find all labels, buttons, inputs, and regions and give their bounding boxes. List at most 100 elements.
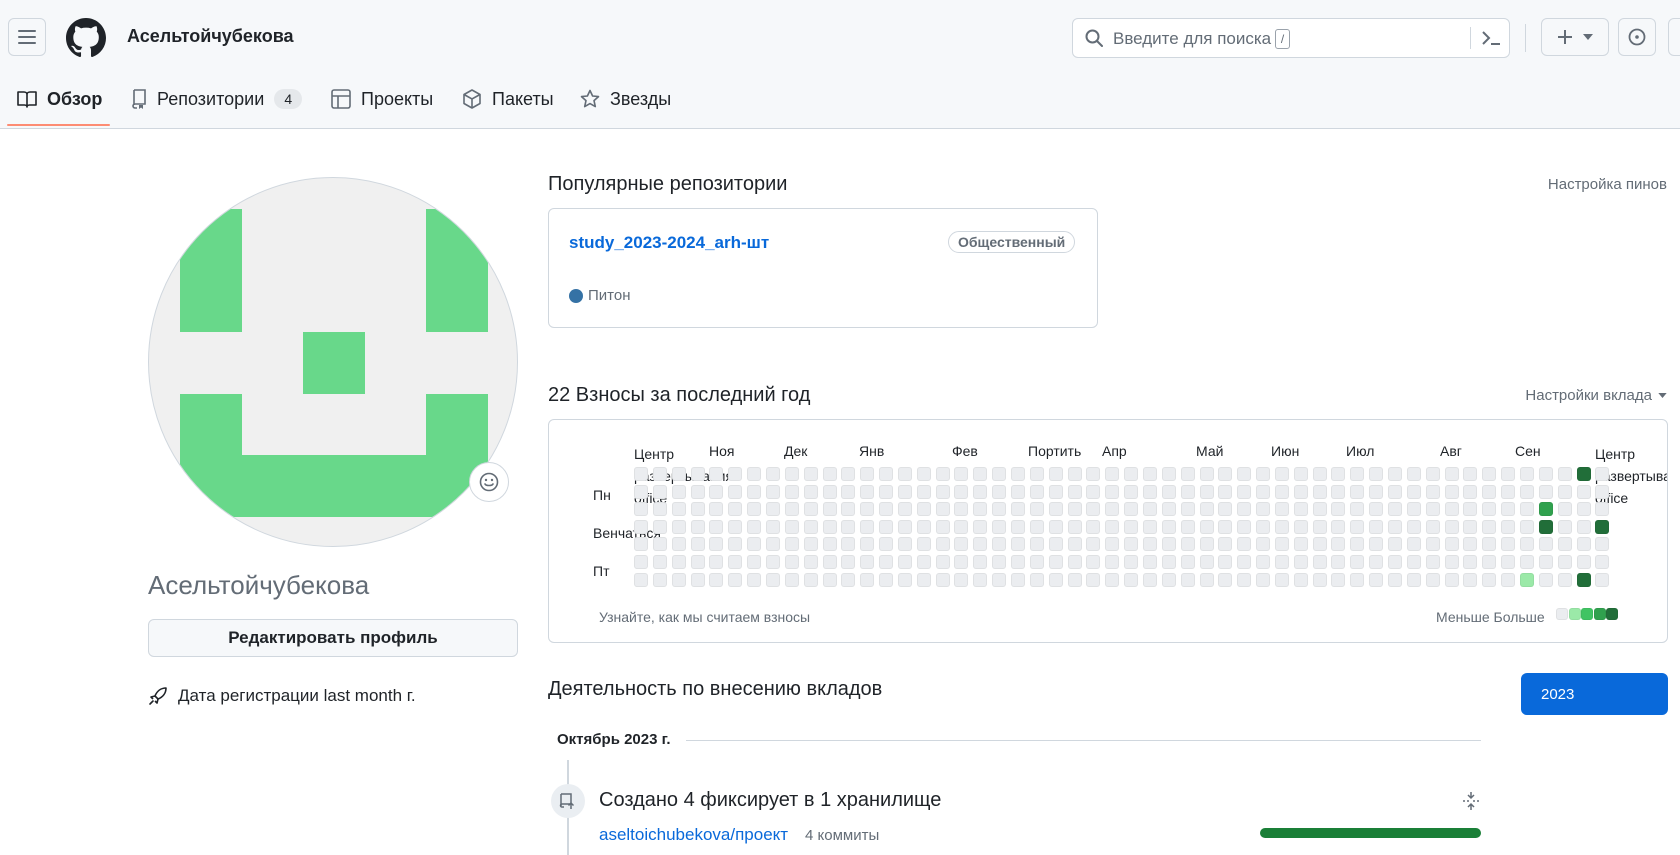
contribution-day-cell[interactable] [709,555,724,569]
contribution-day-cell[interactable] [747,484,762,499]
contribution-day-cell[interactable] [1048,502,1063,517]
contribution-day-cell[interactable] [1293,467,1308,481]
contribution-day-cell[interactable] [1425,502,1440,517]
contribution-day-cell[interactable] [671,537,686,552]
fold-icon[interactable] [1462,791,1480,811]
contribution-day-cell[interactable] [1595,537,1610,552]
contribution-day-cell[interactable] [709,572,724,587]
contribution-day-cell[interactable] [841,467,856,481]
contribution-day-cell[interactable] [973,537,988,552]
contribution-day-cell[interactable] [1105,537,1120,552]
contribution-day-cell[interactable] [1538,537,1553,552]
contribution-day-cell[interactable] [1501,555,1516,569]
contribution-day-cell[interactable] [1406,537,1421,552]
contribution-day-cell[interactable] [1538,572,1553,587]
contribution-day-cell[interactable] [803,572,818,587]
contribution-day-cell[interactable] [1388,484,1402,499]
contribution-day-cell[interactable] [1519,484,1534,499]
contribution-day-cell[interactable] [954,572,969,587]
contribution-day-cell[interactable] [1406,519,1421,534]
contribution-day-cell[interactable] [690,555,705,569]
contribution-day-cell[interactable] [1048,484,1063,499]
contribution-day-cell[interactable] [935,519,950,534]
contribution-day-cell[interactable] [1595,555,1610,569]
contribution-day-cell[interactable] [1048,519,1063,534]
contribution-day-cell[interactable] [860,537,875,552]
contribution-day-cell[interactable] [1557,484,1572,499]
contribution-day-cell[interactable] [1124,572,1139,587]
activity-commit-count[interactable]: 4 коммиты [805,827,879,844]
create-new-button[interactable] [1541,18,1609,56]
contribution-day-cell[interactable] [1576,467,1591,481]
contribution-day-cell[interactable] [634,484,648,499]
contribution-day-cell[interactable] [1576,537,1591,552]
contribution-day-cell[interactable] [803,537,818,552]
contribution-day-cell[interactable] [1011,537,1025,552]
command-palette-icon[interactable] [1481,29,1501,47]
contribution-day-cell[interactable] [973,502,988,517]
contribution-day-cell[interactable] [860,484,875,499]
contribution-day-cell[interactable] [1444,484,1459,499]
contribution-day-cell[interactable] [1142,572,1157,587]
contribution-day-cell[interactable] [1086,572,1101,587]
contribution-day-cell[interactable] [1482,572,1497,587]
contribution-day-cell[interactable] [1256,555,1271,569]
contribution-day-cell[interactable] [1274,467,1289,481]
contribution-day-cell[interactable] [1388,467,1402,481]
contribution-day-cell[interactable] [1482,502,1497,517]
contribution-day-cell[interactable] [860,572,875,587]
contribution-day-cell[interactable] [1557,467,1572,481]
contribution-day-cell[interactable] [1444,519,1459,534]
contribution-day-cell[interactable] [1029,519,1044,534]
contribution-day-cell[interactable] [671,572,686,587]
contribution-day-cell[interactable] [634,572,648,587]
contribution-day-cell[interactable] [1180,572,1195,587]
contribution-day-cell[interactable] [1444,467,1459,481]
contribution-day-cell[interactable] [1331,537,1346,552]
contribution-day-cell[interactable] [1237,572,1252,587]
contribution-day-cell[interactable] [935,467,950,481]
contribution-day-cell[interactable] [1011,555,1025,569]
contribution-day-cell[interactable] [1595,502,1610,517]
contribution-day-cell[interactable] [1218,467,1233,481]
year-2023-button[interactable]: 2023 [1521,673,1668,715]
contribution-day-cell[interactable] [954,484,969,499]
contribution-day-cell[interactable] [728,572,743,587]
set-status-button[interactable] [469,462,509,502]
contribution-day-cell[interactable] [1501,537,1516,552]
contribution-day-cell[interactable] [1161,537,1176,552]
contribution-day-cell[interactable] [1105,555,1120,569]
contribution-day-cell[interactable] [1425,484,1440,499]
contribution-day-cell[interactable] [897,519,912,534]
contribution-day-cell[interactable] [1482,484,1497,499]
contribution-day-cell[interactable] [954,467,969,481]
contribution-day-cell[interactable] [1256,502,1271,517]
contribution-day-cell[interactable] [1369,555,1384,569]
contribution-day-cell[interactable] [841,572,856,587]
contribution-day-cell[interactable] [1218,572,1233,587]
contribution-day-cell[interactable] [728,467,743,481]
contribution-day-cell[interactable] [690,502,705,517]
contribution-day-cell[interactable] [1482,519,1497,534]
contribution-day-cell[interactable] [992,555,1007,569]
contribution-day-cell[interactable] [784,484,799,499]
contribution-day-cell[interactable] [1274,537,1289,552]
contribution-day-cell[interactable] [652,484,667,499]
contribution-day-cell[interactable] [634,537,648,552]
contribution-day-cell[interactable] [1312,555,1327,569]
contribution-day-cell[interactable] [1444,572,1459,587]
contribution-day-cell[interactable] [1369,519,1384,534]
contribution-day-cell[interactable] [1180,484,1195,499]
tab-stars[interactable]: Звезды [580,84,671,114]
contribution-day-cell[interactable] [1218,484,1233,499]
contribution-day-cell[interactable] [1180,537,1195,552]
contribution-day-cell[interactable] [1425,555,1440,569]
contribution-day-cell[interactable] [916,467,931,481]
contribution-day-cell[interactable] [1557,555,1572,569]
contribution-day-cell[interactable] [841,502,856,517]
contribution-day-cell[interactable] [1218,502,1233,517]
contribution-day-cell[interactable] [1105,572,1120,587]
contribution-day-cell[interactable] [1086,467,1101,481]
contribution-day-cell[interactable] [879,572,894,587]
contribution-day-cell[interactable] [1274,484,1289,499]
